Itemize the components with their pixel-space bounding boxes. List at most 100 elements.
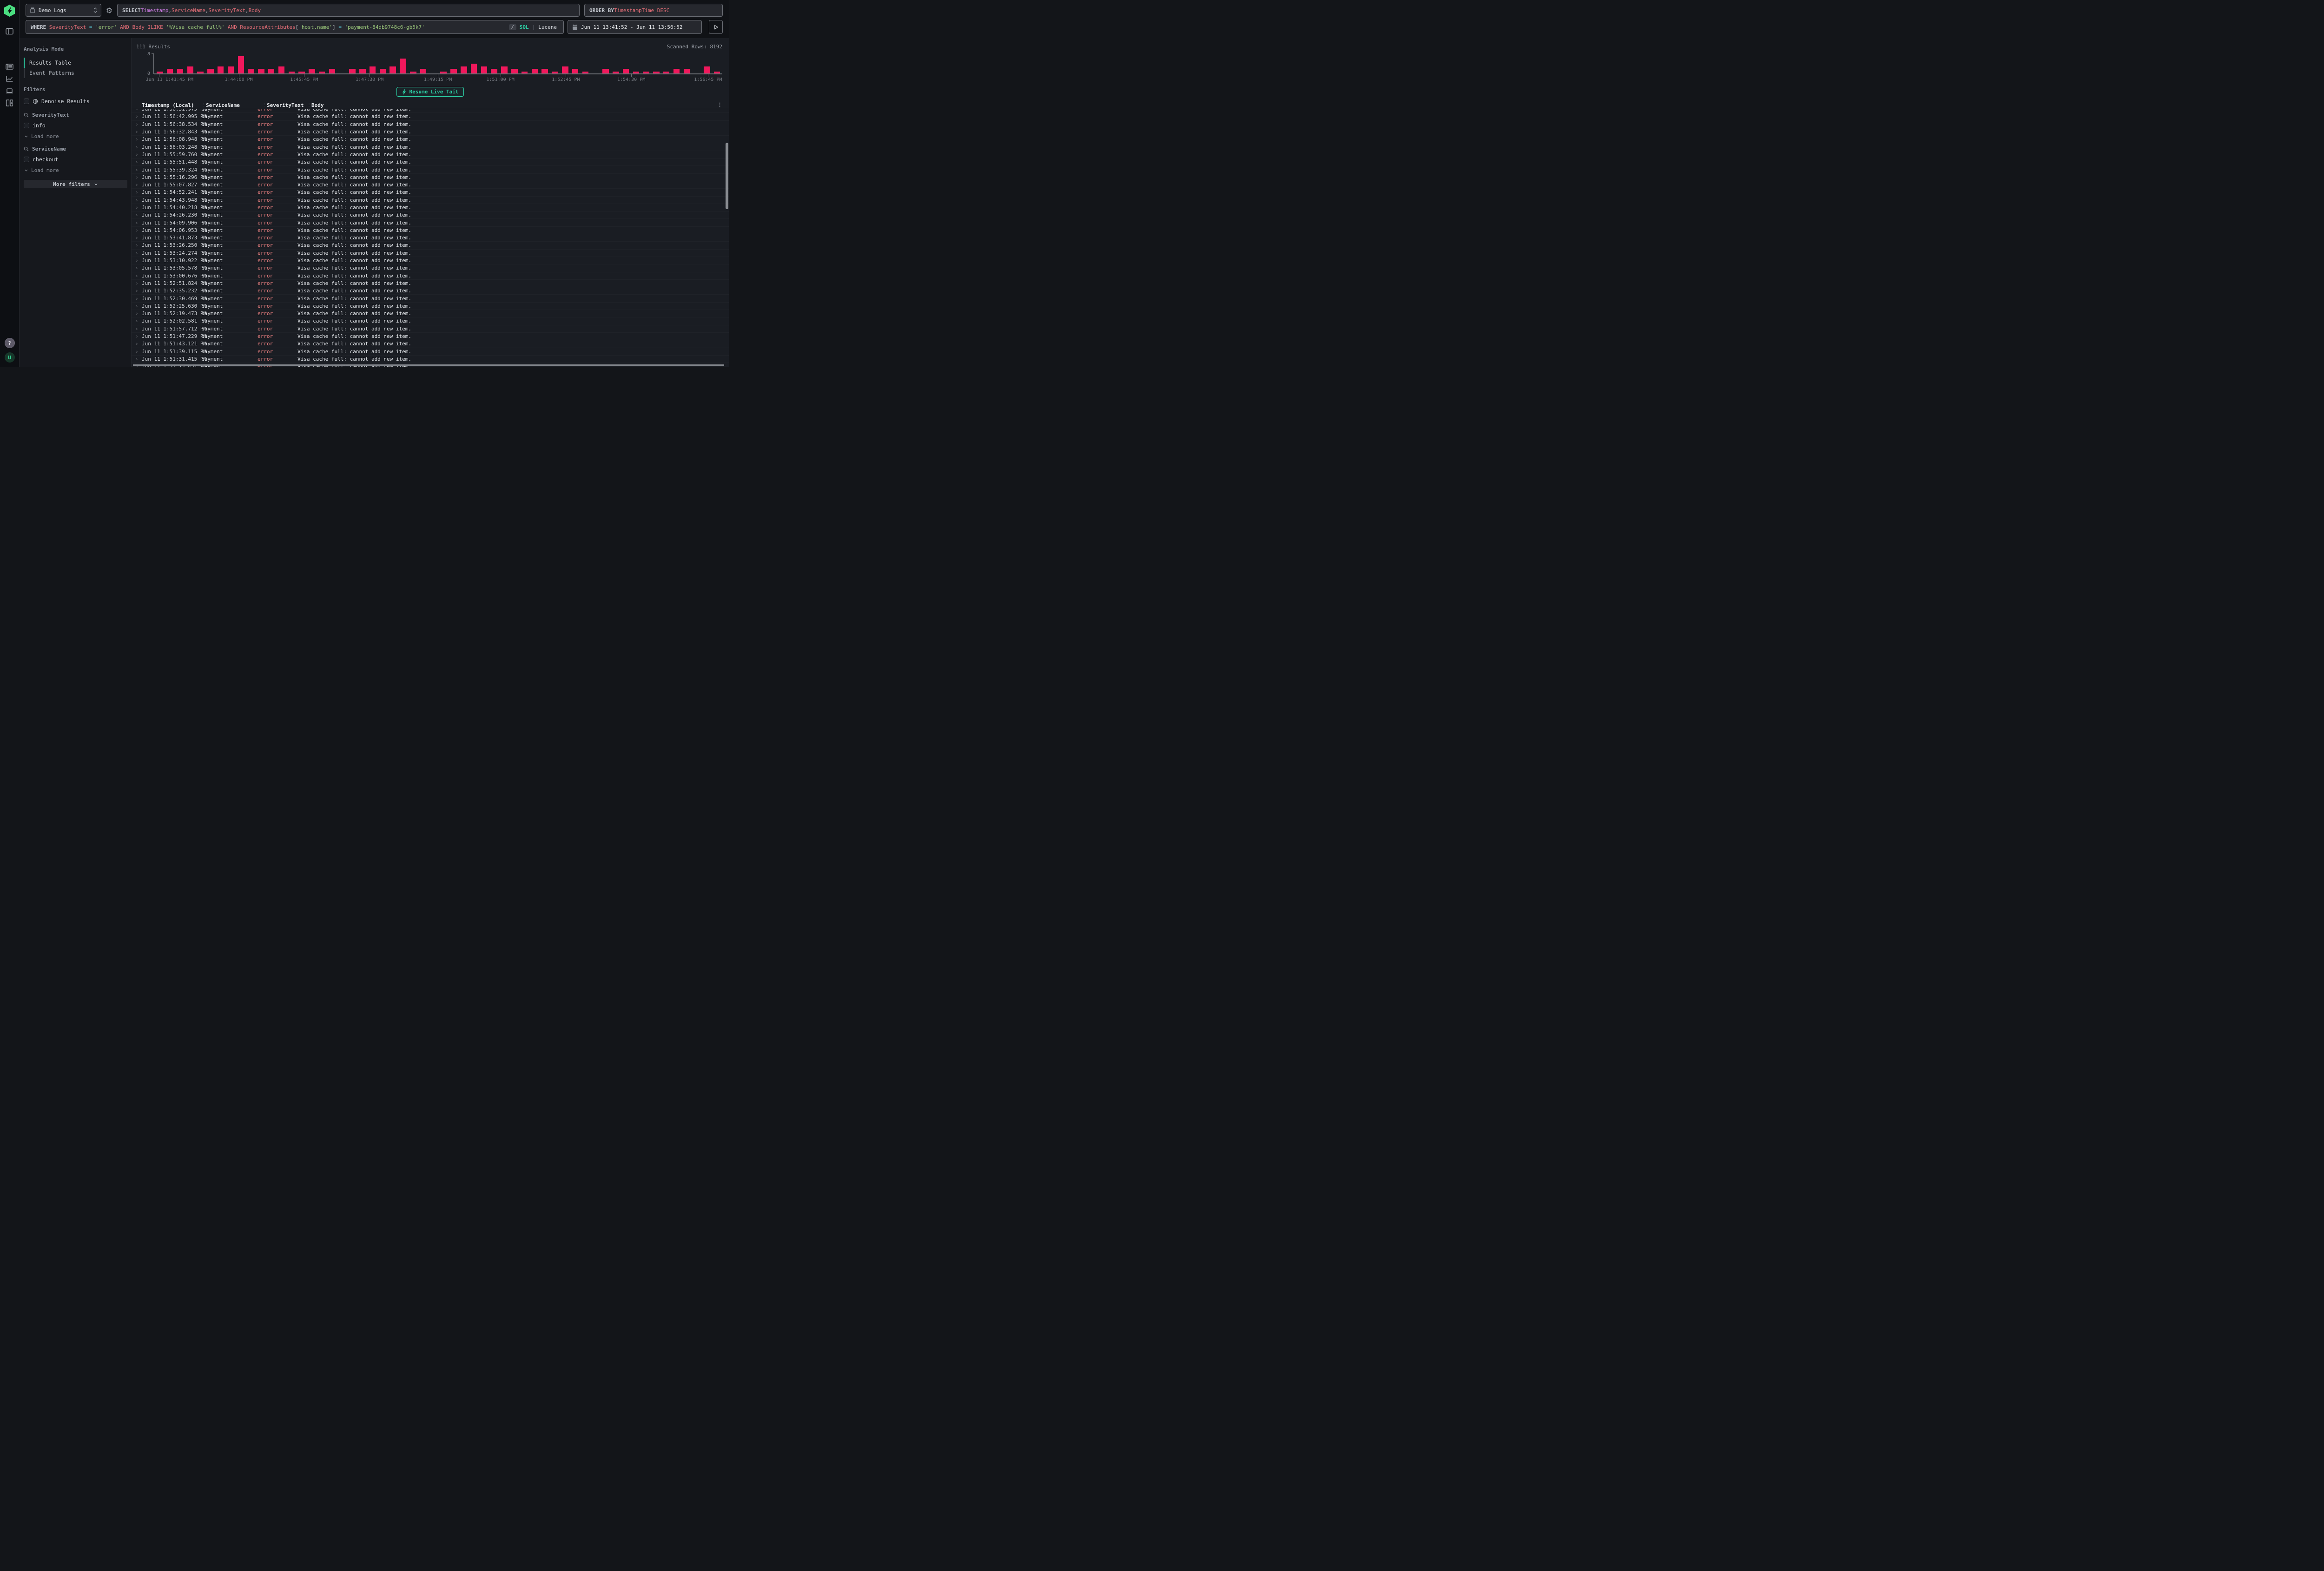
row-expand-chevron-icon[interactable]: ›: [135, 129, 142, 135]
log-row[interactable]: ›Jun 11 1:51:47.229 PMpaymenterrorVisa c…: [132, 333, 729, 340]
histogram-bar[interactable]: [611, 53, 621, 74]
histogram-bar[interactable]: [175, 53, 185, 74]
histogram-bar[interactable]: [520, 53, 530, 74]
histogram-bar[interactable]: [236, 53, 246, 74]
table-options-kebab-icon[interactable]: ⋮: [717, 102, 722, 108]
histogram-bar[interactable]: [418, 53, 429, 74]
histogram-bar[interactable]: [621, 53, 631, 74]
log-row[interactable]: ›Jun 11 1:54:09.906 PMpaymenterrorVisa c…: [132, 219, 729, 226]
log-row[interactable]: ›Jun 11 1:54:06.953 PMpaymenterrorVisa c…: [132, 227, 729, 234]
log-row[interactable]: ›Jun 11 1:51:57.712 PMpaymenterrorVisa c…: [132, 325, 729, 333]
histogram-bar[interactable]: [631, 53, 641, 74]
histogram-bar[interactable]: [408, 53, 418, 74]
row-expand-chevron-icon[interactable]: ›: [135, 227, 142, 233]
log-row[interactable]: ›Jun 11 1:55:51.448 PMpaymenterrorVisa c…: [132, 158, 729, 166]
histogram-bar[interactable]: [297, 53, 307, 74]
row-expand-chevron-icon[interactable]: ›: [135, 280, 142, 286]
histogram-bar[interactable]: [570, 53, 581, 74]
vertical-scrollbar[interactable]: [726, 143, 728, 209]
log-row[interactable]: ›Jun 11 1:52:02.581 PMpaymenterrorVisa c…: [132, 317, 729, 325]
row-expand-chevron-icon[interactable]: ›: [135, 235, 142, 241]
log-row[interactable]: ›Jun 11 1:51:31.415 PMpaymenterrorVisa c…: [132, 356, 729, 363]
client-sessions-icon[interactable]: [0, 85, 20, 97]
histogram-bar[interactable]: [681, 53, 692, 74]
column-resize-handle[interactable]: ⋮: [307, 103, 311, 107]
row-expand-chevron-icon[interactable]: ›: [135, 152, 142, 158]
row-expand-chevron-icon[interactable]: ›: [135, 265, 142, 271]
help-button[interactable]: ?: [5, 338, 15, 348]
log-row[interactable]: ›Jun 11 1:54:26.230 PMpaymenterrorVisa c…: [132, 211, 729, 219]
row-expand-chevron-icon[interactable]: ›: [135, 167, 142, 173]
histogram-bar[interactable]: [550, 53, 560, 74]
filter-field-name[interactable]: ServiceName: [32, 146, 66, 152]
row-expand-chevron-icon[interactable]: ›: [135, 341, 142, 347]
log-row[interactable]: ›Jun 11 1:56:32.843 PMpaymenterrorVisa c…: [132, 128, 729, 136]
row-expand-chevron-icon[interactable]: ›: [135, 273, 142, 279]
histogram-bar[interactable]: [195, 53, 205, 74]
histogram-bar[interactable]: [459, 53, 469, 74]
run-query-button[interactable]: [709, 20, 723, 34]
histogram-bar[interactable]: [449, 53, 459, 74]
histogram-bar[interactable]: [560, 53, 570, 74]
histogram-bar[interactable]: [580, 53, 590, 74]
histogram-bar[interactable]: [307, 53, 317, 74]
log-row[interactable]: ›Jun 11 1:56:38.534 PMpaymenterrorVisa c…: [132, 121, 729, 128]
log-row[interactable]: ›Jun 11 1:52:51.824 PMpaymenterrorVisa c…: [132, 280, 729, 287]
row-expand-chevron-icon[interactable]: ›: [135, 333, 142, 339]
log-row[interactable]: ›Jun 11 1:56:03.248 PMpaymenterrorVisa c…: [132, 143, 729, 151]
log-row[interactable]: ›Jun 11 1:52:35.232 PMpaymenterrorVisa c…: [132, 287, 729, 295]
row-expand-chevron-icon[interactable]: ›: [135, 310, 142, 317]
row-expand-chevron-icon[interactable]: ›: [135, 121, 142, 127]
app-logo[interactable]: [4, 5, 15, 17]
histogram-bar[interactable]: [489, 53, 499, 74]
log-row[interactable]: ›Jun 11 1:55:59.760 PMpaymenterrorVisa c…: [132, 151, 729, 158]
source-selector[interactable]: Demo Logs: [26, 4, 101, 17]
histogram-bar[interactable]: [509, 53, 520, 74]
row-expand-chevron-icon[interactable]: ›: [135, 220, 142, 226]
log-row[interactable]: ›Jun 11 1:55:07.827 PMpaymenterrorVisa c…: [132, 181, 729, 189]
row-expand-chevron-icon[interactable]: ›: [135, 197, 142, 203]
row-expand-chevron-icon[interactable]: ›: [135, 349, 142, 355]
load-more-button[interactable]: Load more: [24, 167, 127, 173]
histogram-bar[interactable]: [347, 53, 357, 74]
histogram-bar[interactable]: [337, 53, 347, 74]
column-header-timestamp[interactable]: Timestamp (Local): [142, 102, 201, 108]
histogram-bar[interactable]: [317, 53, 327, 74]
histogram-bar[interactable]: [672, 53, 682, 74]
filter-checkbox[interactable]: [24, 123, 29, 128]
histogram-bar[interactable]: [429, 53, 439, 74]
lucene-mode-button[interactable]: Lucene: [538, 24, 557, 30]
log-row[interactable]: ›Jun 11 1:53:26.250 PMpaymenterrorVisa c…: [132, 242, 729, 249]
row-expand-chevron-icon[interactable]: ›: [135, 303, 142, 309]
histogram-bar[interactable]: [286, 53, 297, 74]
log-row[interactable]: ›Jun 11 1:54:43.948 PMpaymenterrorVisa c…: [132, 197, 729, 204]
histogram-bar[interactable]: [216, 53, 226, 74]
log-row[interactable]: ›Jun 11 1:55:16.296 PMpaymenterrorVisa c…: [132, 174, 729, 181]
histogram-bar[interactable]: [185, 53, 195, 74]
log-row[interactable]: ›Jun 11 1:51:43.121 PMpaymenterrorVisa c…: [132, 340, 729, 348]
log-row[interactable]: ›Jun 11 1:53:05.578 PMpaymenterrorVisa c…: [132, 264, 729, 272]
search-logs-icon[interactable]: [0, 60, 20, 73]
analysis-mode-results-table[interactable]: Results Table: [24, 58, 127, 68]
log-row[interactable]: ›Jun 11 1:54:52.241 PMpaymenterrorVisa c…: [132, 189, 729, 196]
more-filters-button[interactable]: More filters: [24, 180, 127, 188]
histogram-bar[interactable]: [205, 53, 216, 74]
histogram-bar[interactable]: [266, 53, 277, 74]
log-row[interactable]: ›Jun 11 1:56:08.948 PMpaymenterrorVisa c…: [132, 136, 729, 143]
orderby-query-input[interactable]: ORDER BY TimestampTime DESC: [584, 4, 723, 17]
row-expand-chevron-icon[interactable]: ›: [135, 296, 142, 302]
histogram-bar[interactable]: [540, 53, 550, 74]
log-row[interactable]: ›Jun 11 1:53:00.676 PMpaymenterrorVisa c…: [132, 272, 729, 280]
row-expand-chevron-icon[interactable]: ›: [135, 159, 142, 165]
histogram-bar[interactable]: [246, 53, 256, 74]
log-row[interactable]: ›Jun 11 1:53:10.922 PMpaymenterrorVisa c…: [132, 257, 729, 264]
chart-explorer-icon[interactable]: [0, 73, 20, 85]
row-expand-chevron-icon[interactable]: ›: [135, 356, 142, 362]
row-expand-chevron-icon[interactable]: ›: [135, 144, 142, 150]
user-avatar[interactable]: U: [5, 352, 15, 363]
analysis-mode-event-patterns[interactable]: Event Patterns: [24, 68, 127, 78]
histogram-bar[interactable]: [651, 53, 661, 74]
histogram-bar[interactable]: [165, 53, 175, 74]
histogram-bar[interactable]: [378, 53, 388, 74]
histogram-bar[interactable]: [590, 53, 601, 74]
